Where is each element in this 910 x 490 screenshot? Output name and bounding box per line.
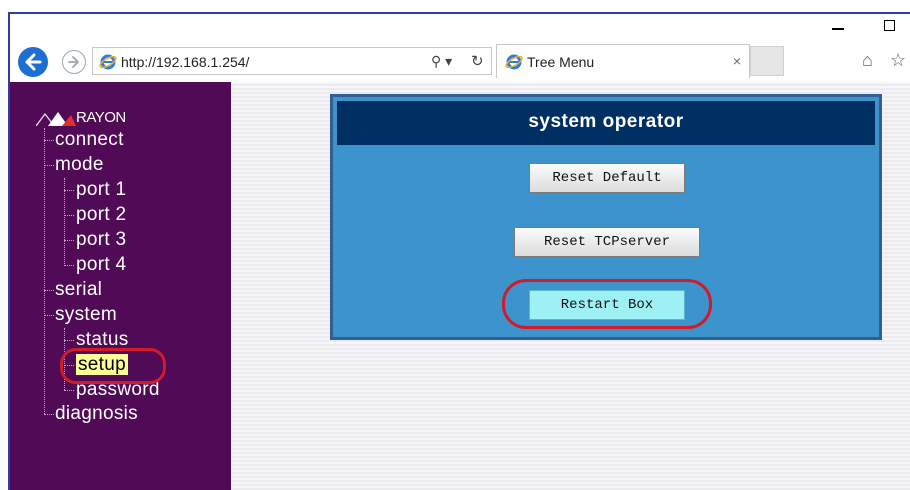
tree-connector [64,240,74,241]
maximize-icon[interactable] [884,20,895,31]
tree-item-port-2[interactable]: port 2 [76,204,126,226]
tree-connector [64,178,65,266]
forward-button[interactable] [62,50,86,74]
tree-connector [44,414,54,415]
tree-connector [64,190,74,191]
search-glyph: ⚲ [431,53,442,69]
close-icon[interactable]: × [733,53,741,69]
logo-mountain-icon [36,112,76,126]
tree-connector [64,340,74,341]
tree-menu-sidebar: RAYON connect mode port 1 port 2 port 3 … [10,82,231,490]
tree-item-port-4[interactable]: port 4 [76,254,126,276]
back-button[interactable] [18,47,48,77]
home-icon[interactable]: ⌂ [862,50,873,71]
address-text: http://192.168.1.254/ [121,54,250,70]
tree-connector [64,265,74,266]
page-content: RAYON connect mode port 1 port 2 port 3 … [10,82,910,490]
ie-icon [99,54,117,70]
highlight-circle [502,279,712,329]
tree-connector [44,128,45,414]
browser-tab[interactable]: Tree Menu × [496,44,750,78]
tree-connector [44,290,54,291]
tree-item-serial[interactable]: serial [55,279,102,301]
search-icon[interactable]: ⚲ ▾ [431,53,452,70]
window-controls [820,16,910,40]
tree-connector [44,165,54,166]
star-icon[interactable]: ☆ [890,50,906,71]
highlight-circle [60,348,166,384]
tree-item-mode[interactable]: mode [55,154,104,176]
tree-item-port-1[interactable]: port 1 [76,179,126,201]
tree-connector [44,315,54,316]
reset-tcpserver-button[interactable]: Reset TCPserver [514,227,700,257]
ie-icon [505,54,523,70]
tree-connector [64,215,74,216]
tree-item-diagnosis[interactable]: diagnosis [55,403,138,425]
panel-header: system operator [337,101,875,145]
reset-default-button[interactable]: Reset Default [529,163,685,193]
tree-item-system[interactable]: system [55,304,117,326]
panel-title: system operator [528,111,684,132]
tree-item-port-3[interactable]: port 3 [76,229,126,251]
tab-title: Tree Menu [527,54,595,70]
minimize-icon[interactable] [832,28,844,30]
tree-connector [44,140,54,141]
address-bar[interactable]: http://192.168.1.254/ ⚲ ▾ ↻ [92,47,492,75]
new-tab-button[interactable] [750,46,784,76]
system-operator-panel: system operator Reset Default Reset TCPs… [330,94,882,340]
forward-arrow-icon [68,56,79,68]
tree-connector [64,390,74,391]
dropdown-icon[interactable]: ▾ [445,53,452,69]
back-arrow-icon [25,53,42,71]
refresh-icon[interactable]: ↻ [471,52,484,70]
tree-item-connect[interactable]: connect [55,129,124,151]
window-border [8,12,910,14]
rayon-logo: RAYON [36,109,176,126]
logo-text: RAYON [76,109,126,126]
browser-toolbar: http://192.168.1.254/ ⚲ ▾ ↻ Tree Menu × … [10,44,910,78]
